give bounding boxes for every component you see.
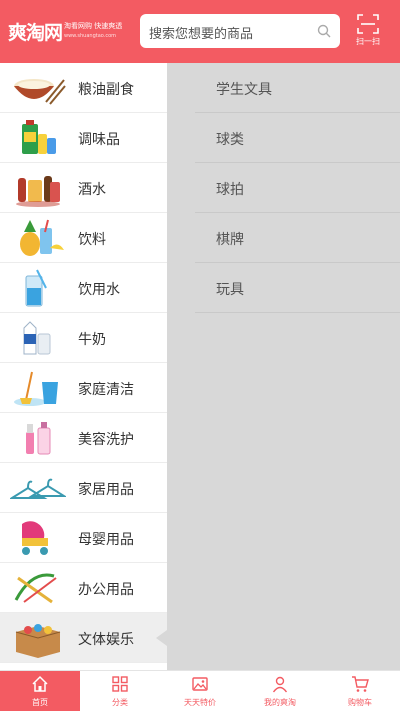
liquor-icon	[16, 176, 60, 207]
category-item-office[interactable]: 办公用品	[0, 563, 167, 613]
category-item-beverage[interactable]: 饮料	[0, 213, 167, 263]
subcategory-label: 学生文具	[216, 82, 272, 98]
subcategory-label: 棋牌	[216, 232, 244, 248]
category-label: 饮料	[78, 232, 106, 248]
category-item-toys[interactable]: 文体娱乐	[0, 613, 167, 663]
category-item-liquor[interactable]: 酒水	[0, 163, 167, 213]
milk-icon	[23, 321, 51, 355]
subcategory-label: 玩具	[216, 282, 244, 298]
subcategory-item[interactable]: 玩具	[195, 263, 400, 313]
user-icon	[272, 676, 288, 693]
subcategory-item[interactable]: 棋牌	[195, 213, 400, 263]
cart-icon	[352, 676, 369, 692]
scan-icon	[357, 14, 379, 34]
scan-button[interactable]: 扫一扫	[350, 12, 386, 52]
category-label: 母婴用品	[78, 532, 134, 548]
tab-label: 分类	[112, 698, 128, 707]
category-item-beauty[interactable]: 美容洗护	[0, 413, 167, 463]
tab-home[interactable]: 首页	[0, 671, 80, 711]
hanger-icon	[10, 478, 66, 499]
active-indicator	[156, 630, 167, 646]
scan-label: 扫一扫	[356, 37, 380, 46]
subcategory-label: 球拍	[216, 182, 244, 198]
bottom-tab-bar: 首页 分类 天天特价 我的爽淘 购物车	[0, 670, 400, 711]
category-item-hanger[interactable]: 家居用品	[0, 463, 167, 513]
category-sidebar: 粮油副食 调味品 酒水 饮料 饮用水 牛奶 家庭清洁 美容洗护 家居用品 母婴用…	[0, 63, 167, 670]
top-header: 爽淘网 淘看网购 快速爽透 www.shuangtao.com 搜索您想要的商品…	[0, 0, 400, 63]
subcategory-item[interactable]: 球拍	[195, 163, 400, 213]
category-label: 牛奶	[78, 332, 106, 348]
search-icon[interactable]	[317, 24, 331, 38]
seasoning-icon	[22, 120, 56, 154]
tab-label: 天天特价	[184, 698, 216, 707]
tab-label: 购物车	[348, 698, 372, 707]
subcategory-label: 球类	[216, 132, 244, 148]
logo-name: 爽淘网	[8, 22, 63, 44]
search-placeholder: 搜索您想要的商品	[149, 27, 254, 42]
category-item-stroller[interactable]: 母婴用品	[0, 513, 167, 563]
subcategory-panel: 学生文具 球类 球拍 棋牌 玩具	[167, 63, 400, 670]
stroller-icon	[22, 521, 48, 555]
brand-logo[interactable]: 爽淘网 淘看网购 快速爽透 www.shuangtao.com	[8, 18, 134, 46]
office-icon	[14, 573, 57, 604]
logo-url: www.shuangtao.com	[64, 33, 117, 39]
home-icon	[32, 675, 48, 692]
tab-category[interactable]: 分类	[80, 671, 160, 711]
category-item-seasoning[interactable]: 调味品	[0, 113, 167, 163]
tab-label: 首页	[32, 698, 48, 707]
grid-icon	[112, 676, 128, 692]
category-item-grain-oil[interactable]: 粮油副食	[0, 63, 167, 113]
subcategory-item[interactable]: 球类	[195, 113, 400, 163]
category-item-milk[interactable]: 牛奶	[0, 313, 167, 363]
tab-label: 我的爽淘	[264, 698, 296, 707]
category-label: 粮油副食	[78, 82, 134, 98]
category-item-cleaning[interactable]: 家庭清洁	[0, 363, 167, 413]
category-item-water[interactable]: 饮用水	[0, 263, 167, 313]
grain-oil-icon	[14, 79, 66, 105]
beverage-icon	[20, 219, 64, 256]
category-label: 办公用品	[78, 582, 134, 598]
category-label: 调味品	[78, 132, 120, 148]
subcategory-item[interactable]: 学生文具	[195, 63, 400, 113]
category-label: 酒水	[78, 182, 106, 198]
category-label: 文体娱乐	[78, 632, 134, 648]
picture-icon	[192, 677, 208, 691]
category-label: 家庭清洁	[78, 382, 134, 398]
category-label: 饮用水	[78, 282, 120, 298]
water-icon	[25, 269, 47, 307]
beauty-icon	[26, 422, 51, 455]
tab-cart[interactable]: 购物车	[320, 671, 400, 711]
tab-my-account[interactable]: 我的爽淘	[240, 671, 320, 711]
toys-box-icon	[15, 624, 61, 658]
logo-tagline: 淘看网购 快速爽透	[64, 22, 123, 30]
category-label: 家居用品	[78, 482, 134, 498]
category-label: 美容洗护	[78, 432, 134, 448]
search-input[interactable]: 搜索您想要的商品	[140, 14, 340, 48]
cleaning-icon	[14, 371, 58, 406]
tab-daily-deals[interactable]: 天天特价	[160, 671, 240, 711]
